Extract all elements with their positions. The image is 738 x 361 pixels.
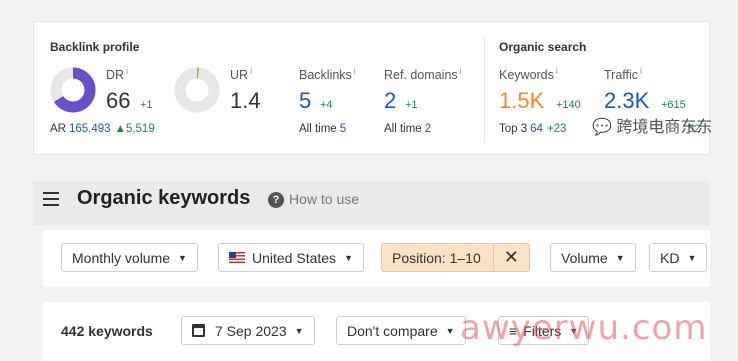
ref-domains-all-time: All time 2 [384, 123, 432, 135]
how-to-use-link[interactable]: How to use [289, 191, 359, 207]
ur-info-icon[interactable]: i [250, 66, 252, 76]
ref-domains-value[interactable]: 2 [384, 88, 396, 114]
caret-down-icon: ▼ [294, 325, 304, 336]
question-circle-icon[interactable]: ? [268, 192, 284, 208]
menu-icon[interactable] [43, 192, 59, 206]
ref-domains-info-icon[interactable]: i [460, 66, 462, 76]
position-filter[interactable]: Position: 1–10 ✕ [381, 243, 530, 272]
date-picker[interactable]: 7 Sep 2023 ▼ [181, 316, 315, 345]
clear-filter-icon[interactable]: ✕ [492, 244, 529, 271]
keywords-value[interactable]: 1.5K [499, 88, 544, 114]
keywords-info-icon[interactable]: i [556, 66, 558, 76]
traffic-delta: +615 [661, 99, 686, 111]
caret-down-icon: ▼ [178, 252, 187, 263]
compare-dropdown[interactable]: Don't compare ▼ [336, 316, 466, 345]
ar-delta: ▲5,519 [114, 123, 155, 135]
backlink-profile-title: Backlink profile [50, 40, 140, 54]
dr-delta: +1 [140, 99, 153, 111]
backlinks-all-time: All time 5 [299, 123, 347, 135]
ur-label: UR i [230, 66, 253, 82]
traffic-info-icon[interactable]: i [640, 66, 642, 76]
dr-value: 66 [106, 88, 131, 113]
traffic-value[interactable]: 2.3K [604, 88, 649, 114]
keywords-label: Keywords i [499, 66, 558, 82]
country-dropdown[interactable]: United States ▼ [218, 243, 364, 272]
caret-down-icon: ▼ [445, 325, 455, 336]
dr-info-icon[interactable]: i [126, 66, 128, 76]
section-divider [484, 38, 485, 142]
keywords-delta: +140 [556, 99, 581, 111]
organic-search-title: Organic search [499, 40, 587, 54]
ref-domains-label: Ref. domains i [384, 66, 462, 82]
ur-value: 1.4 [230, 88, 261, 113]
caret-down-icon: ▼ [615, 252, 625, 263]
filter-bar: Monthly volume ▼ United States ▼ Position:… [43, 230, 710, 287]
keyword-count: 442 keywords [61, 323, 153, 339]
ur-donut-chart [174, 67, 220, 113]
backlinks-value[interactable]: 5 [299, 88, 311, 114]
traffic-label: Traffic i [604, 66, 643, 82]
backlinks-delta: +4 [320, 99, 333, 111]
top3-row: Top 3 64 +23 [499, 123, 567, 135]
wechat-watermark: 💬 跨境电商东东 [592, 119, 713, 136]
ar-row: AR 165,493 ▲5,519 [50, 123, 155, 135]
ref-domains-delta: +1 [405, 99, 418, 111]
dr-label: DR i [106, 66, 129, 82]
volume-filter-dropdown[interactable]: Volume ▼ [550, 243, 636, 272]
caret-down-icon: ▼ [344, 252, 353, 263]
backlinks-info-icon[interactable]: i [354, 66, 356, 76]
dr-donut-chart [50, 67, 96, 113]
page-title: Organic keywords [77, 187, 251, 209]
caret-down-icon: ▼ [687, 252, 697, 263]
calendar-icon [192, 324, 205, 337]
site-watermark: awyerwu.com [460, 308, 708, 348]
monthly-volume-dropdown[interactable]: Monthly volume ▼ [61, 243, 198, 272]
ar-value[interactable]: 165,493 [69, 123, 111, 135]
organic-keywords-header: Organic keywords ? How to use [33, 181, 710, 225]
kd-filter-dropdown[interactable]: KD ▼ [649, 243, 708, 272]
backlinks-label: Backlinks i [299, 66, 356, 82]
us-flag-icon [229, 252, 245, 263]
